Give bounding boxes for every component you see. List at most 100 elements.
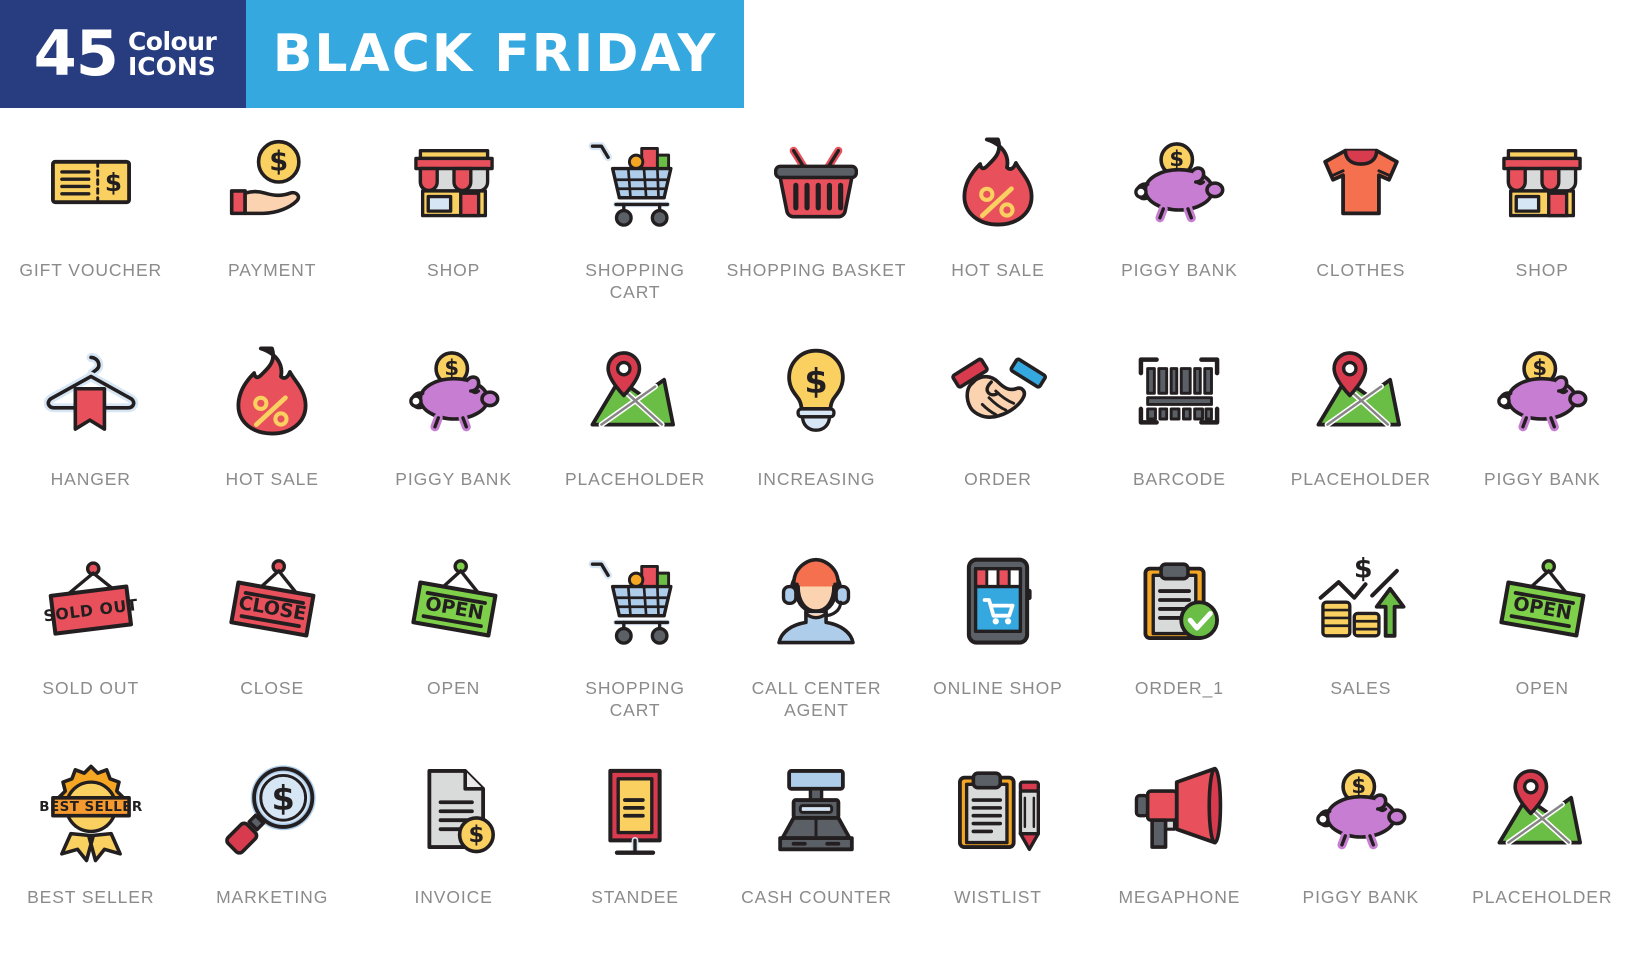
icon-cell-cash-counter[interactable]: CASH COUNTER	[726, 739, 907, 948]
icon-label: HANGER	[50, 469, 131, 489]
icon-cell-sales[interactable]: $ SALES	[1270, 530, 1451, 739]
icon-cell-barcode[interactable]: BARCODE	[1089, 321, 1270, 530]
order-1-icon	[1115, 536, 1243, 664]
icon-cell-open-2[interactable]: OPEN OPEN	[1452, 530, 1633, 739]
icon-label: SHOPPING BASKET	[726, 260, 907, 280]
icon-label: GIFT VOUCHER	[19, 260, 163, 280]
open-2-icon: OPEN	[1478, 536, 1606, 664]
icon-cell-clothes[interactable]: CLOTHES	[1270, 112, 1451, 321]
icon-label: HOT SALE	[225, 469, 319, 489]
icon-cell-placeholder-3[interactable]: PLACEHOLDER	[1452, 739, 1633, 948]
icon-cell-order[interactable]: ORDER	[907, 321, 1088, 530]
icon-label: CASH COUNTER	[741, 887, 892, 907]
increasing-icon: $	[752, 327, 880, 455]
icon-label: STANDEE	[591, 887, 679, 907]
svg-text:$: $	[468, 822, 484, 848]
cash-counter-icon	[752, 745, 880, 873]
icon-cell-best-seller[interactable]: BEST SELLER BEST SELLER	[0, 739, 181, 948]
close-icon: CLOSE	[208, 536, 336, 664]
icon-cell-placeholder[interactable]: PLACEHOLDER	[544, 321, 725, 530]
icon-cell-hot-sale-2[interactable]: HOT SALE	[181, 321, 362, 530]
hot-sale-icon	[934, 118, 1062, 246]
icon-cell-wistlist[interactable]: WISTLIST	[907, 739, 1088, 948]
svg-text:$: $	[1351, 773, 1366, 798]
page-title: BLACK FRIDAY	[272, 24, 718, 84]
icon-grid: $ GIFT VOUCHER $ PAYMENT SHOP SHOPPING CA…	[0, 112, 1633, 948]
piggy-bank-2-icon: $	[390, 327, 518, 455]
shopping-cart-icon	[571, 118, 699, 246]
icon-cell-shopping-cart[interactable]: SHOPPING CART	[544, 112, 725, 321]
icon-cell-standee[interactable]: STANDEE	[544, 739, 725, 948]
svg-text:$: $	[1533, 355, 1548, 380]
shop-icon	[390, 118, 518, 246]
megaphone-icon	[1115, 745, 1243, 873]
hot-sale-2-icon	[208, 327, 336, 455]
icon-cell-open[interactable]: OPEN OPEN	[363, 530, 544, 739]
icon-cell-online-shop[interactable]: ONLINE SHOP	[907, 530, 1088, 739]
icon-cell-sold-out[interactable]: SOLD OUT SOLD OUT	[0, 530, 181, 739]
invoice-icon: $	[390, 745, 518, 873]
header-banner: 45 Colour ICONS BLACK FRIDAY	[0, 0, 744, 108]
icon-label: CALL CENTER AGENT	[751, 678, 882, 720]
icon-label: WISTLIST	[953, 887, 1042, 907]
icon-cell-piggy-bank-3[interactable]: $ PIGGY BANK	[1452, 321, 1633, 530]
icon-label: INCREASING	[757, 469, 876, 489]
icon-label: HOT SALE	[951, 260, 1045, 280]
icon-cell-piggy-bank-4[interactable]: $ PIGGY BANK	[1270, 739, 1451, 948]
placeholder-3-icon	[1478, 745, 1606, 873]
icon-cell-shop[interactable]: SHOP	[363, 112, 544, 321]
icon-label: SHOP	[427, 260, 481, 280]
icon-label: INVOICE	[414, 887, 493, 907]
icon-cell-shop-2[interactable]: SHOP	[1452, 112, 1633, 321]
icon-cell-order-1[interactable]: ORDER_1	[1089, 530, 1270, 739]
icon-cell-megaphone[interactable]: MEGAPHONE	[1089, 739, 1270, 948]
icon-cell-gift-voucher[interactable]: $ GIFT VOUCHER	[0, 112, 181, 321]
icon-label: PLACEHOLDER	[564, 469, 706, 489]
svg-text:BEST SELLER: BEST SELLER	[39, 800, 143, 815]
placeholder-2-icon	[1297, 327, 1425, 455]
sold-out-icon: SOLD OUT	[27, 536, 155, 664]
icon-cell-call-center-agent[interactable]: CALL CENTER AGENT	[726, 530, 907, 739]
icon-label: SHOP	[1515, 260, 1569, 280]
online-shop-icon	[934, 536, 1062, 664]
icon-label: PAYMENT	[228, 260, 317, 280]
icon-cell-close[interactable]: CLOSE CLOSE	[181, 530, 362, 739]
shopping-basket-icon	[752, 118, 880, 246]
hanger-icon	[27, 327, 155, 455]
icon-cell-invoice[interactable]: $ INVOICE	[363, 739, 544, 948]
svg-text:$: $	[269, 146, 288, 177]
icon-cell-placeholder-2[interactable]: PLACEHOLDER	[1270, 321, 1451, 530]
payment-icon: $	[208, 118, 336, 246]
placeholder-icon	[571, 327, 699, 455]
icon-label: OPEN	[1515, 678, 1569, 698]
icon-label: SHOPPING CART	[585, 260, 685, 302]
icon-cell-shopping-basket[interactable]: SHOPPING BASKET	[726, 112, 907, 321]
icon-cell-hot-sale[interactable]: HOT SALE	[907, 112, 1088, 321]
icon-label: PLACEHOLDER	[1472, 887, 1613, 907]
svg-text:$: $	[805, 362, 828, 401]
shopping-cart-2-icon	[571, 536, 699, 664]
svg-text:$: $	[105, 168, 122, 197]
icon-cell-marketing[interactable]: $ MARKETING	[181, 739, 362, 948]
icon-label: MEGAPHONE	[1118, 887, 1241, 907]
icon-label: PIGGY BANK	[1121, 260, 1238, 280]
icon-cell-piggy-bank-2[interactable]: $ PIGGY BANK	[363, 321, 544, 530]
icon-cell-hanger[interactable]: HANGER	[0, 321, 181, 530]
icon-cell-increasing[interactable]: $ INCREASING	[726, 321, 907, 530]
icon-count: 45	[33, 16, 119, 90]
icon-cell-shopping-cart-2[interactable]: SHOPPING CART	[544, 530, 725, 739]
count-badge: 45 Colour ICONS	[0, 0, 246, 108]
open-icon: OPEN	[390, 536, 518, 664]
piggy-bank-4-icon: $	[1297, 745, 1425, 873]
icon-cell-payment[interactable]: $ PAYMENT	[181, 112, 362, 321]
order-icon	[934, 327, 1062, 455]
icon-label: SHOPPING CART	[585, 678, 685, 720]
svg-text:$: $	[272, 779, 295, 818]
icon-cell-piggy-bank[interactable]: $ PIGGY BANK	[1089, 112, 1270, 321]
svg-text:$: $	[444, 355, 459, 380]
icon-label: ORDER	[964, 469, 1032, 489]
icon-label: MARKETING	[216, 887, 329, 907]
shop-2-icon	[1478, 118, 1606, 246]
icon-label: CLOSE	[240, 678, 305, 698]
icon-label: PLACEHOLDER	[1290, 469, 1431, 489]
